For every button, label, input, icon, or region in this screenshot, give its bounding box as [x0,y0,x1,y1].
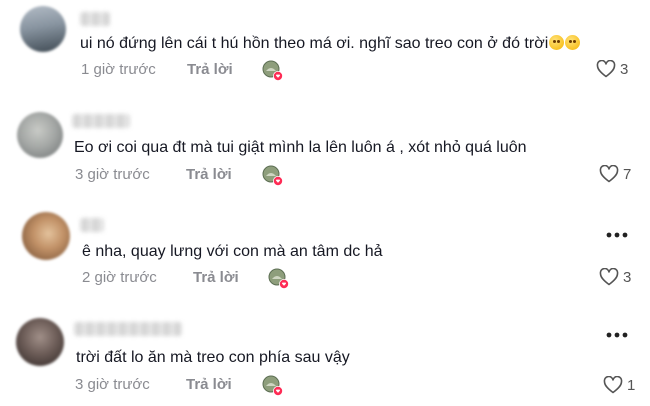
more-dots-icon [606,332,628,338]
like-button[interactable]: 3 [596,60,628,78]
reply-button[interactable]: Trả lời [187,61,233,78]
reply-button[interactable]: Trả lời [186,166,232,183]
comment-text: ui nó đứng lên cái t hú hồn theo má ơi. … [80,34,581,54]
like-button[interactable]: 1 [603,376,635,394]
creator-liked-badge-icon [262,375,283,396]
comment-item: Eo ơi coi qua đt mà tui giật mình la lên… [0,100,650,200]
reply-button[interactable]: Trả lời [193,269,239,286]
flushed-face-icon [549,35,565,50]
comment-text: trời đất lo ăn mà treo con phía sau vậy [76,349,350,366]
more-options-button[interactable] [606,225,628,238]
avatar[interactable] [17,112,63,158]
comment-time: 3 giờ trước [75,166,150,183]
like-count: 3 [620,60,629,78]
creator-liked-badge-icon [262,165,283,186]
heart-outline-icon [596,60,616,78]
like-button[interactable]: 3 [599,268,631,286]
comment-item: ui nó đứng lên cái t hú hồn theo má ơi. … [0,0,650,100]
username-blurred[interactable] [72,114,130,128]
comment-text-content: ui nó đứng lên cái t hú hồn theo má ơi. … [80,35,549,52]
username-blurred[interactable] [80,218,104,232]
more-dots-icon [606,232,628,238]
comment-text: ê nha, quay lưng với con mà an tâm dc hả [82,243,383,260]
heart-outline-icon [603,376,623,394]
flushed-face-icon [565,35,581,50]
comment-text: Eo ơi coi qua đt mà tui giật mình la lên… [74,139,527,156]
comment-time: 2 giờ trước [82,269,157,286]
like-count: 1 [627,376,636,394]
comment-time: 3 giờ trước [75,376,150,393]
creator-liked-badge-icon [262,60,283,81]
username-blurred[interactable] [80,12,110,26]
username-blurred[interactable] [74,322,182,336]
reply-button[interactable]: Trả lời [186,376,232,393]
comment-item: ê nha, quay lưng với con mà an tâm dc hả… [0,200,650,300]
heart-outline-icon [599,268,619,286]
like-count: 3 [623,268,632,286]
avatar[interactable] [20,6,66,52]
heart-outline-icon [599,165,619,183]
avatar[interactable] [16,318,64,366]
avatar[interactable] [22,212,70,260]
comment-time: 1 giờ trước [81,61,156,78]
comment-item: trời đất lo ăn mà treo con phía sau vậy … [0,300,650,406]
creator-liked-badge-icon [268,268,289,289]
like-button[interactable]: 7 [599,165,631,183]
more-options-button[interactable] [606,325,628,338]
like-count: 7 [623,165,632,183]
